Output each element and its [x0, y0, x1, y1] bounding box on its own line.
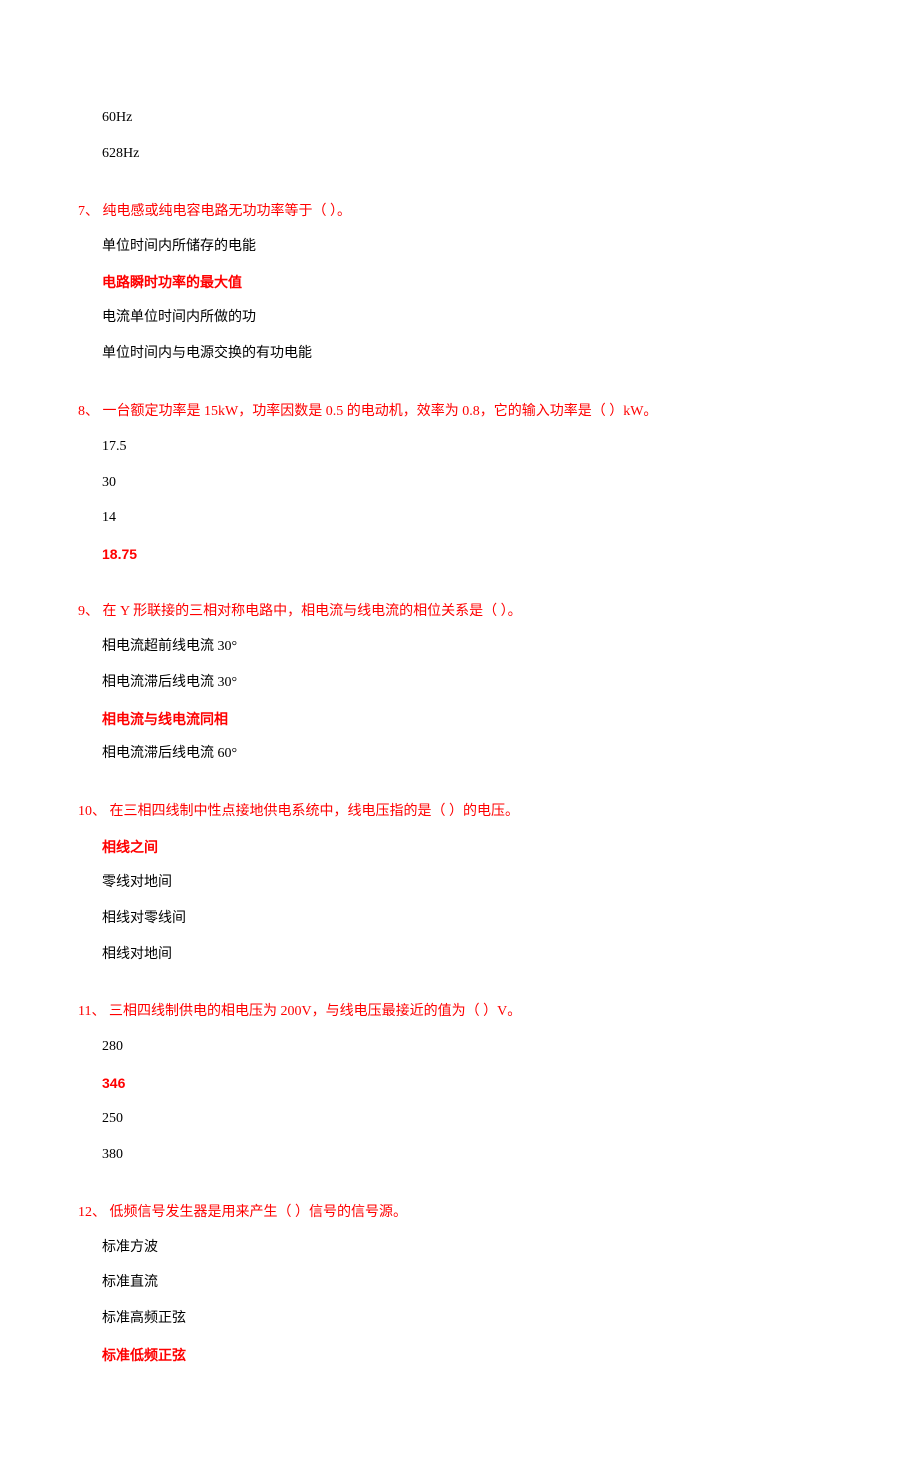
question-block: 7、 纯电感或纯电容电路无功功率等于（ ）。单位时间内所储存的电能电路瞬时功率的… [78, 201, 820, 363]
option-item: 相线对零线间 [102, 911, 820, 928]
option-item-correct: 346 [102, 1075, 820, 1092]
question-block: 9、 在 Y 形联接的三相对称电路中，相电流与线电流的相位关系是（ ）。相电流超… [78, 601, 820, 763]
question-text: 一台额定功率是 15kW，功率因数是 0.5 的电动机，效率为 0.8，它的输入… [99, 404, 657, 419]
option-item: 标准直流 [102, 1275, 820, 1292]
question-stem: 8、 一台额定功率是 15kW，功率因数是 0.5 的电动机，效率为 0.8，它… [78, 401, 820, 422]
question-number: 8、 [78, 401, 99, 422]
orphan-options-group: 60Hz 628Hz [102, 110, 820, 163]
question-block: 10、 在三相四线制中性点接地供电系统中，线电压指的是（ ）的电压。相线之间零线… [78, 801, 820, 963]
option-item: 14 [102, 510, 820, 527]
option-item: 单位时间内与电源交换的有功电能 [102, 346, 820, 363]
options-group: 相电流超前线电流 30° 相电流滞后线电流 30° 相电流与线电流同相相电流滞后线电… [102, 639, 820, 763]
option-item: 相线对地间 [102, 947, 820, 964]
option-item: 30 [102, 475, 820, 492]
option-item: 零线对地间 [102, 875, 820, 892]
option-item: 单位时间内所储存的电能 [102, 239, 820, 256]
options-group: 280 346 250 380 [102, 1039, 820, 1163]
option-item-correct: 相电流与线电流同相 [102, 711, 820, 728]
question-text: 低频信号发生器是用来产生（ ）信号的信号源。 [106, 1205, 407, 1220]
option-item: 相电流滞后线电流 60° [102, 746, 820, 763]
question-text: 在 Y 形联接的三相对称电路中，相电流与线电流的相位关系是（ ）。 [99, 604, 522, 619]
document-page: 60Hz 628Hz 7、 纯电感或纯电容电路无功功率等于（ ）。单位时间内所储… [0, 0, 920, 1482]
question-number: 10、 [78, 801, 106, 822]
option-item-correct: 标准低频正弦 [102, 1347, 820, 1364]
options-group: 相线之间零线对地间相线对零线间相线对地间 [102, 839, 820, 963]
option-item-correct: 相线之间 [102, 839, 820, 856]
question-text: 纯电感或纯电容电路无功功率等于（ ）。 [99, 204, 351, 219]
question-number: 11、 [78, 1001, 105, 1022]
question-text: 三相四线制供电的相电压为 200V，与线电压最接近的值为（ ）V。 [105, 1004, 521, 1019]
question-text: 在三相四线制中性点接地供电系统中，线电压指的是（ ）的电压。 [106, 804, 519, 819]
question-stem: 10、 在三相四线制中性点接地供电系统中，线电压指的是（ ）的电压。 [78, 801, 820, 822]
question-stem: 12、 低频信号发生器是用来产生（ ）信号的信号源。 [78, 1202, 820, 1223]
question-block: 11、 三相四线制供电的相电压为 200V，与线电压最接近的值为（ ）V。 280… [78, 1001, 820, 1163]
question-number: 9、 [78, 601, 99, 622]
question-stem: 11、 三相四线制供电的相电压为 200V，与线电压最接近的值为（ ）V。 [78, 1001, 820, 1022]
option-item: 17.5 [102, 439, 820, 456]
question-block: 12、 低频信号发生器是用来产生（ ）信号的信号源。标准方波标准直流标准高频正弦… [78, 1202, 820, 1364]
option-item: 相电流超前线电流 30° [102, 639, 820, 656]
option-item: 280 [102, 1039, 820, 1056]
option-item: 标准方波 [102, 1240, 820, 1257]
question-stem: 9、 在 Y 形联接的三相对称电路中，相电流与线电流的相位关系是（ ）。 [78, 601, 820, 622]
option-item: 380 [102, 1147, 820, 1164]
option-item: 标准高频正弦 [102, 1311, 820, 1328]
question-stem: 7、 纯电感或纯电容电路无功功率等于（ ）。 [78, 201, 820, 222]
question-block: 8、 一台额定功率是 15kW，功率因数是 0.5 的电动机，效率为 0.8，它… [78, 401, 820, 563]
options-group: 单位时间内所储存的电能电路瞬时功率的最大值电流单位时间内所做的功单位时间内与电源… [102, 239, 820, 363]
option-item-correct: 电路瞬时功率的最大值 [102, 274, 820, 291]
questions-list: 7、 纯电感或纯电容电路无功功率等于（ ）。单位时间内所储存的电能电路瞬时功率的… [78, 201, 820, 1364]
option-item: 60Hz [102, 110, 820, 127]
option-item-correct: 18.75 [102, 546, 820, 563]
question-number: 7、 [78, 201, 99, 222]
option-item: 250 [102, 1111, 820, 1128]
question-number: 12、 [78, 1202, 106, 1223]
options-group: 17.5 30 14 18.75 [102, 439, 820, 563]
option-item: 628Hz [102, 146, 820, 163]
option-item: 相电流滞后线电流 30° [102, 675, 820, 692]
option-item: 电流单位时间内所做的功 [102, 310, 820, 327]
